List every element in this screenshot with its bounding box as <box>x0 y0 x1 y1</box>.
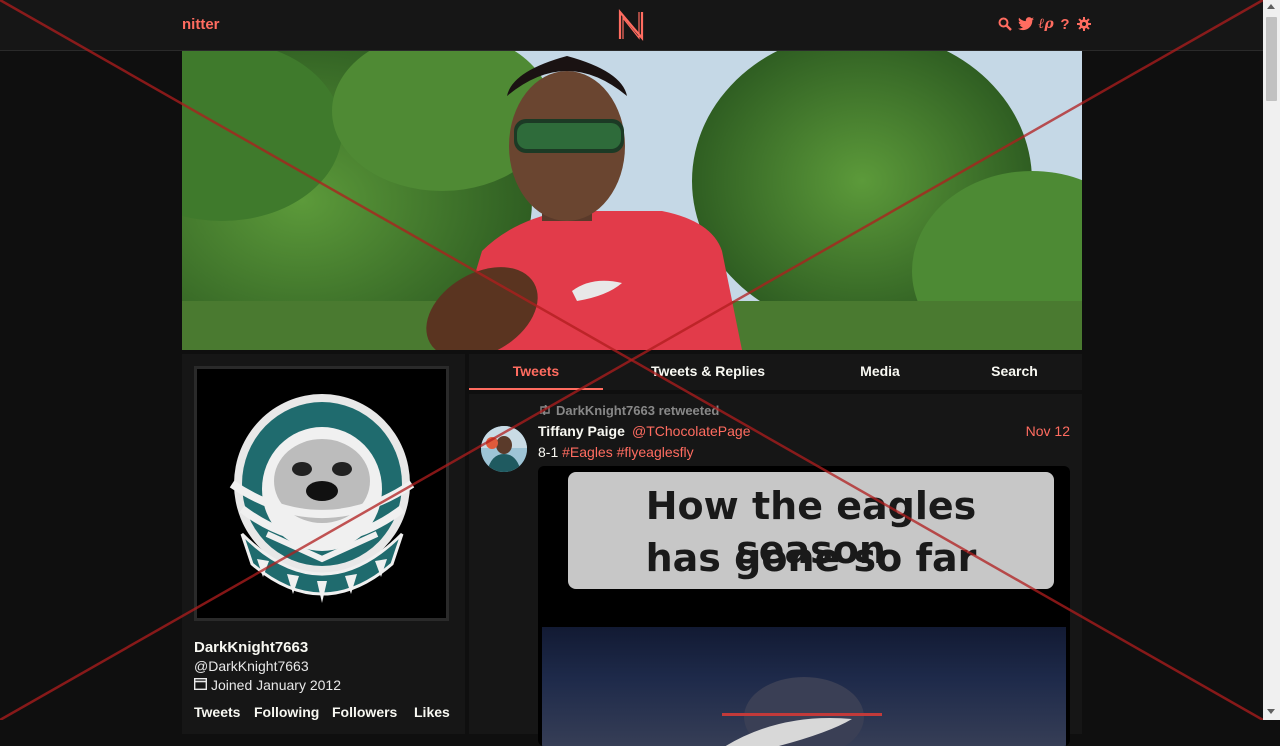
calendar-icon <box>193 677 208 693</box>
scroll-thumb[interactable] <box>1266 17 1277 101</box>
stat-followers[interactable]: Followers <box>332 704 414 720</box>
stat-likes[interactable]: Likes <box>414 704 450 720</box>
timeline-tabs: Tweets Tweets & Replies Media Search <box>469 354 1082 390</box>
tweet-date[interactable]: Nov 12 <box>1026 423 1070 439</box>
scroll-up-arrow-icon[interactable] <box>1267 4 1275 9</box>
tweet-text-prefix: 8-1 <box>538 444 563 460</box>
profile-stats: Tweets Following Followers Likes <box>194 704 450 720</box>
tweet-text: 8-1 #Eagles #flyeaglesfly <box>538 444 694 460</box>
tab-search[interactable]: Search <box>947 354 1082 390</box>
joined-text: Joined January 2012 <box>211 677 341 693</box>
profile-avatar[interactable] <box>194 366 449 621</box>
tab-tweets[interactable]: Tweets <box>469 354 603 390</box>
retweet-icon <box>538 403 552 418</box>
tweet-author-handle[interactable]: @TChocolatePage <box>632 423 751 439</box>
rss-icon[interactable]: ℓρ <box>1038 16 1053 32</box>
media-caption-line-2: has gone so far <box>645 536 977 580</box>
profile-fullname[interactable]: DarkKnight7663 <box>194 639 308 656</box>
stat-following[interactable]: Following <box>254 704 332 720</box>
timeline: DarkKnight7663 retweeted Tiffany Paige @… <box>469 394 1082 746</box>
tab-tweets-replies[interactable]: Tweets & Replies <box>603 354 813 390</box>
retweet-header: DarkKnight7663 retweeted <box>538 403 719 418</box>
nav-icons: ℓρ ? <box>998 16 1091 33</box>
hashtag-flyeaglesfly[interactable]: #flyeaglesfly <box>617 444 694 460</box>
scroll-down-arrow-icon[interactable] <box>1267 709 1275 714</box>
media-video-frame <box>542 627 1066 746</box>
tweet-author-name[interactable]: Tiffany Paige <box>538 423 625 439</box>
media-caption-box: How the eagles season has gone so far <box>568 472 1054 589</box>
profile-joined: Joined January 2012 <box>193 677 341 693</box>
navbar: nitter ℓρ ? <box>0 0 1263 51</box>
help-icon[interactable]: ? <box>1058 16 1072 33</box>
profile-card: DarkKnight7663 @DarkKnight7663 Joined Ja… <box>182 354 465 734</box>
tweet-avatar[interactable] <box>481 426 527 472</box>
profile-username[interactable]: @DarkKnight7663 <box>194 658 309 674</box>
brand-link[interactable]: nitter <box>182 16 220 33</box>
twitter-bird-icon[interactable] <box>1017 16 1034 32</box>
search-icon[interactable] <box>998 16 1012 32</box>
nitter-logo-icon[interactable] <box>617 9 645 41</box>
page-scrollbar[interactable] <box>1263 0 1280 720</box>
retweet-label[interactable]: DarkKnight7663 retweeted <box>556 403 719 418</box>
tweet-media[interactable]: How the eagles season has gone so far <box>538 466 1070 746</box>
hashtag-eagles[interactable]: #Eagles <box>562 444 613 460</box>
banner-photo <box>182 51 1082 350</box>
stat-tweets[interactable]: Tweets <box>194 704 254 720</box>
gear-icon[interactable] <box>1077 16 1091 32</box>
profile-banner[interactable] <box>182 51 1082 350</box>
tab-media[interactable]: Media <box>813 354 947 390</box>
